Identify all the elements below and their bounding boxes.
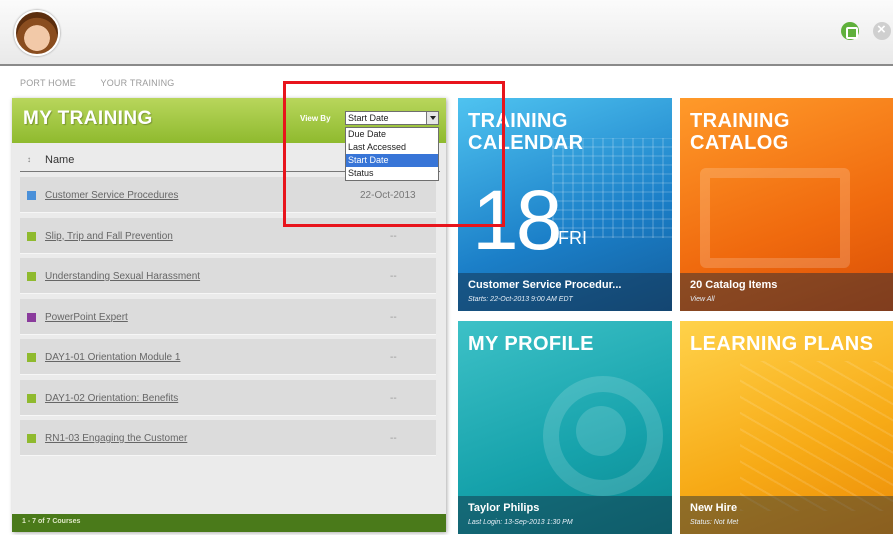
sort-icon[interactable]: ↕ bbox=[27, 155, 31, 164]
highlight-box bbox=[283, 81, 505, 227]
tile-caption: Customer Service Procedur... Starts: 22-… bbox=[458, 273, 672, 311]
tile-title-line-1: LEARNING PLANS bbox=[690, 333, 874, 355]
course-type-icon bbox=[27, 231, 36, 241]
training-catalog-tile[interactable]: TRAINING CATALOG 20 Catalog Items View A… bbox=[680, 98, 893, 311]
course-link[interactable]: DAY1-02 Orientation: Benefits bbox=[45, 393, 178, 404]
course-type-icon bbox=[27, 312, 36, 322]
tile-title-line-2: CATALOG bbox=[690, 132, 789, 154]
course-type-icon bbox=[27, 393, 36, 403]
caption-subtitle: Last Login: 13-Sep-2013 1:30 PM bbox=[468, 519, 573, 526]
course-type-icon bbox=[27, 353, 36, 362]
course-type-icon bbox=[27, 272, 36, 281]
panel-title: MY TRAINING bbox=[23, 108, 153, 129]
tile-caption: New Hire Status: Not Met bbox=[680, 496, 893, 534]
tile-title: LEARNING PLANS bbox=[690, 333, 873, 355]
caption-title: Taylor Philips bbox=[468, 502, 540, 514]
tile-title-line-1: TRAINING bbox=[690, 110, 790, 132]
profile-head-icon bbox=[576, 406, 626, 456]
course-value: -- bbox=[390, 271, 397, 282]
user-avatar[interactable] bbox=[14, 10, 60, 56]
tile-caption: Taylor Philips Last Login: 13-Sep-2013 1… bbox=[458, 496, 672, 534]
course-row[interactable]: RN1-03 Engaging the Customer -- bbox=[20, 420, 436, 456]
course-link[interactable]: Understanding Sexual Harassment bbox=[45, 271, 200, 282]
course-type-icon bbox=[27, 191, 36, 200]
course-type-icon bbox=[27, 434, 36, 443]
caption-title: New Hire bbox=[690, 502, 738, 514]
course-value: -- bbox=[390, 392, 397, 404]
calendar-day-name: FRI bbox=[558, 228, 587, 248]
tile-caption: 20 Catalog Items View All bbox=[680, 273, 893, 311]
tile-title: MY PROFILE bbox=[468, 333, 594, 355]
caption-title: Customer Service Procedur... bbox=[468, 279, 622, 291]
caption-title: 20 Catalog Items bbox=[690, 279, 778, 291]
view-all-link[interactable]: View All bbox=[690, 296, 715, 303]
my-profile-tile[interactable]: MY PROFILE Taylor Philips Last Login: 13… bbox=[458, 321, 672, 534]
top-bar bbox=[0, 0, 893, 66]
course-link[interactable]: PowerPoint Expert bbox=[45, 312, 128, 323]
home-icon[interactable] bbox=[841, 22, 859, 40]
course-value: -- bbox=[390, 433, 397, 444]
plans-notebook-icon bbox=[740, 361, 893, 511]
catalog-book-icon bbox=[700, 168, 850, 268]
course-link[interactable]: Slip, Trip and Fall Prevention bbox=[45, 231, 173, 242]
course-count: 1 - 7 of 7 Courses bbox=[22, 518, 81, 525]
tile-title: TRAINING CATALOG bbox=[690, 110, 790, 154]
course-link[interactable]: DAY1-01 Orientation Module 1 bbox=[45, 352, 180, 363]
course-link[interactable]: RN1-03 Engaging the Customer bbox=[45, 433, 187, 444]
column-name[interactable]: Name bbox=[45, 154, 74, 166]
breadcrumb-your-training[interactable]: YOUR TRAINING bbox=[101, 78, 175, 88]
course-value: -- bbox=[390, 230, 397, 242]
course-value: -- bbox=[390, 352, 397, 363]
course-row[interactable]: DAY1-01 Orientation Module 1 -- bbox=[20, 339, 436, 375]
caption-subtitle: Starts: 22-Oct-2013 9:00 AM EDT bbox=[468, 296, 573, 303]
panel-footer: 1 - 7 of 7 Courses bbox=[12, 514, 446, 532]
course-value: -- bbox=[390, 311, 397, 323]
tile-title-line-1: MY PROFILE bbox=[468, 333, 594, 355]
learning-plans-tile[interactable]: LEARNING PLANS New Hire Status: Not Met bbox=[680, 321, 893, 534]
course-row[interactable]: Understanding Sexual Harassment -- bbox=[20, 258, 436, 294]
breadcrumb-home[interactable]: PORT HOME bbox=[20, 78, 76, 88]
close-icon[interactable] bbox=[873, 21, 891, 40]
course-row[interactable]: PowerPoint Expert -- bbox=[20, 298, 436, 335]
course-row[interactable]: DAY1-02 Orientation: Benefits -- bbox=[20, 379, 436, 416]
course-link[interactable]: Customer Service Procedures bbox=[45, 190, 178, 201]
caption-subtitle: Status: Not Met bbox=[690, 519, 739, 526]
breadcrumb: PORT HOME YOUR TRAINING bbox=[20, 78, 196, 88]
